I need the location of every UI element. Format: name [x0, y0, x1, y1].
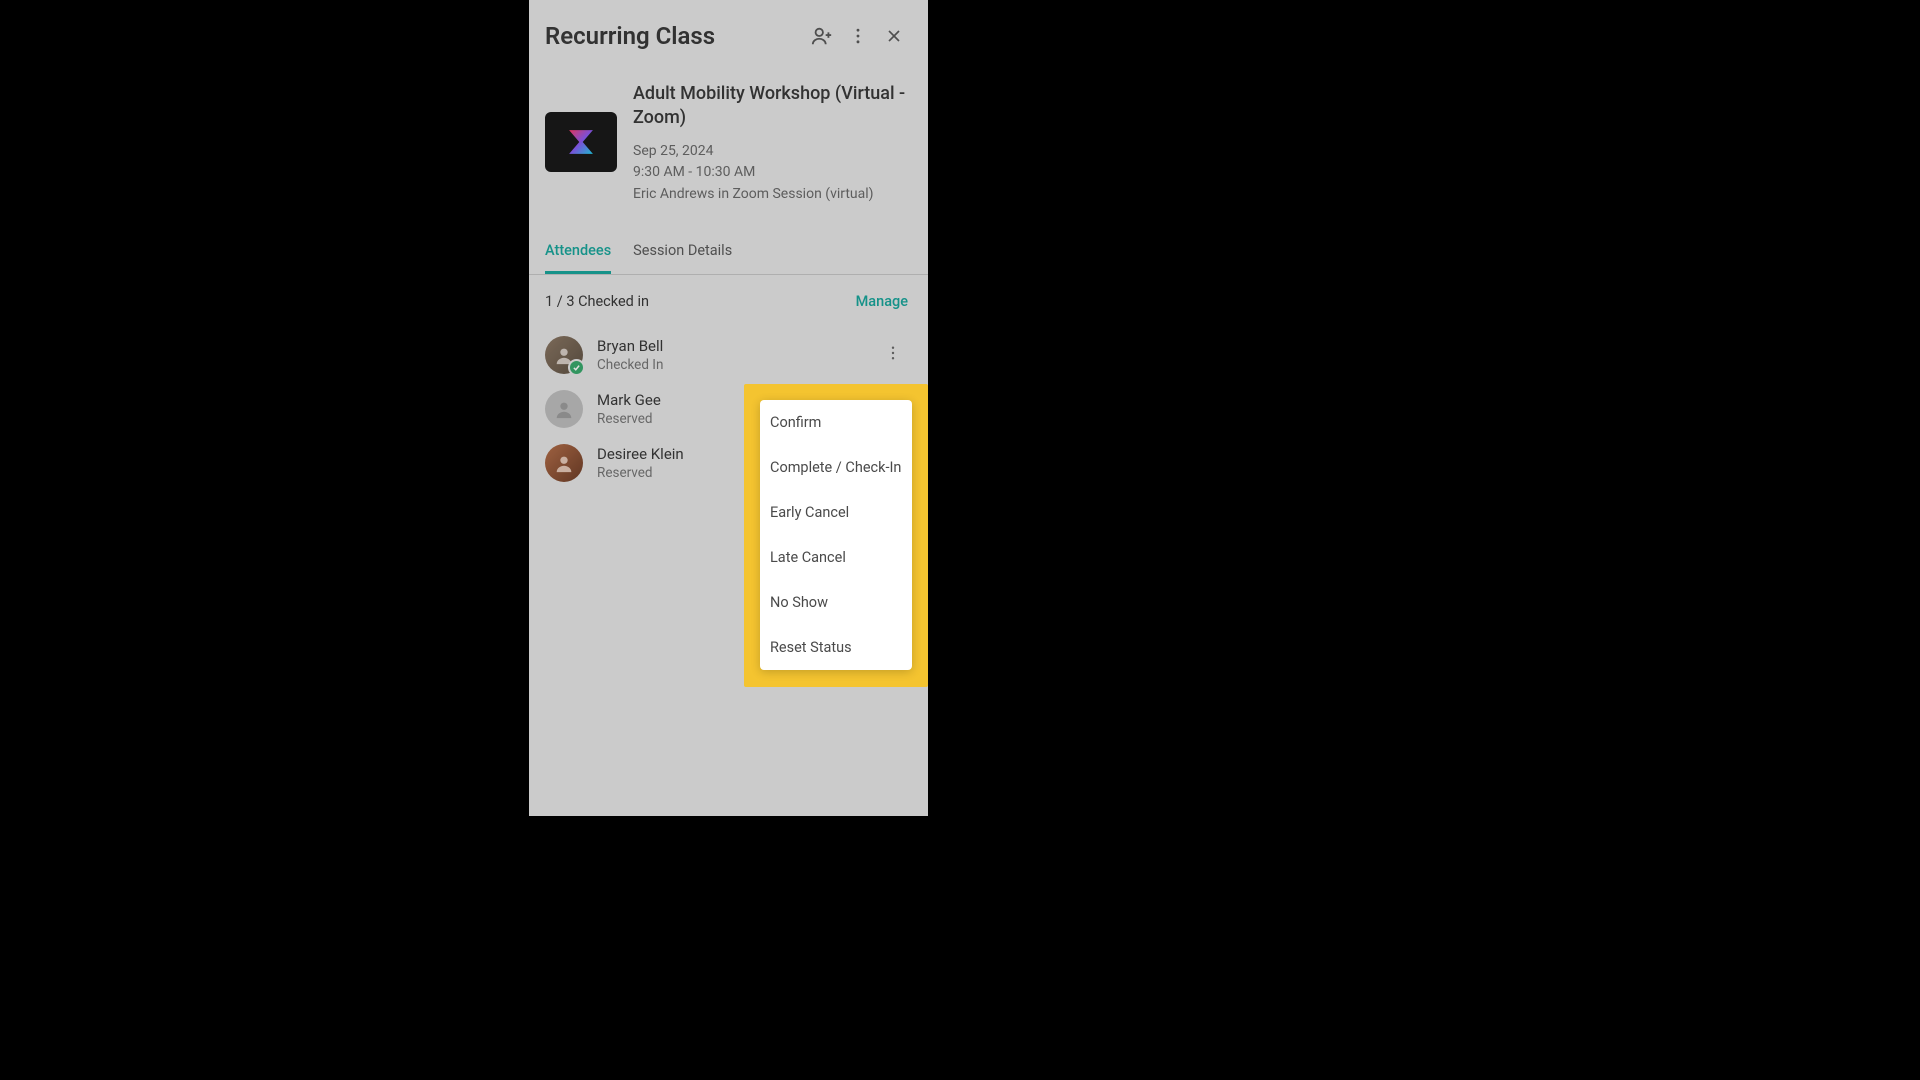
attendee-status: Checked In	[597, 357, 864, 373]
person-add-icon	[811, 25, 833, 47]
tab-attendees[interactable]: Attendees	[545, 230, 611, 274]
status-menu: Confirm Complete / Check-In Early Cancel…	[760, 400, 912, 670]
attendees-summary-row: 1 / 3 Checked in Manage	[529, 275, 928, 328]
menu-item-no-show[interactable]: No Show	[760, 580, 912, 625]
attendee-row: Bryan Bell Checked In	[529, 328, 928, 382]
session-app-icon	[545, 112, 617, 172]
avatar	[545, 336, 583, 374]
add-person-button[interactable]	[804, 18, 840, 54]
close-button[interactable]	[876, 18, 912, 54]
close-icon	[884, 26, 904, 46]
more-vertical-icon	[884, 344, 902, 362]
session-date: Sep 25, 2024	[633, 141, 912, 163]
menu-item-early-cancel[interactable]: Early Cancel	[760, 490, 912, 535]
attendee-more-button[interactable]	[878, 338, 908, 372]
manage-link[interactable]: Manage	[856, 293, 908, 310]
avatar	[545, 444, 583, 482]
app-logo-icon	[564, 125, 598, 159]
checkin-count: 1 / 3 Checked in	[545, 293, 856, 310]
check-icon	[572, 363, 581, 372]
panel-header: Recurring Class	[529, 0, 928, 72]
session-host: Eric Andrews in Zoom Session (virtual)	[633, 184, 912, 206]
page-title: Recurring Class	[545, 22, 804, 50]
panel-more-button[interactable]	[840, 18, 876, 54]
menu-item-late-cancel[interactable]: Late Cancel	[760, 535, 912, 580]
attendee-name: Bryan Bell	[597, 337, 864, 355]
tabs: Attendees Session Details	[529, 230, 928, 275]
menu-item-confirm[interactable]: Confirm	[760, 400, 912, 445]
avatar	[545, 390, 583, 428]
session-info: Adult Mobility Workshop (Virtual - Zoom)…	[529, 72, 928, 230]
session-time: 9:30 AM - 10:30 AM	[633, 162, 912, 184]
attendee-info: Bryan Bell Checked In	[597, 337, 864, 373]
avatar-image	[545, 390, 583, 428]
session-name: Adult Mobility Workshop (Virtual - Zoom)	[633, 82, 912, 131]
tab-session-details[interactable]: Session Details	[633, 230, 732, 274]
more-vertical-icon	[848, 26, 868, 46]
menu-item-reset-status[interactable]: Reset Status	[760, 625, 912, 670]
menu-item-complete-checkin[interactable]: Complete / Check-In	[760, 445, 912, 490]
session-text: Adult Mobility Workshop (Virtual - Zoom)…	[633, 82, 912, 206]
checked-in-badge	[568, 359, 585, 376]
avatar-image	[545, 444, 583, 482]
